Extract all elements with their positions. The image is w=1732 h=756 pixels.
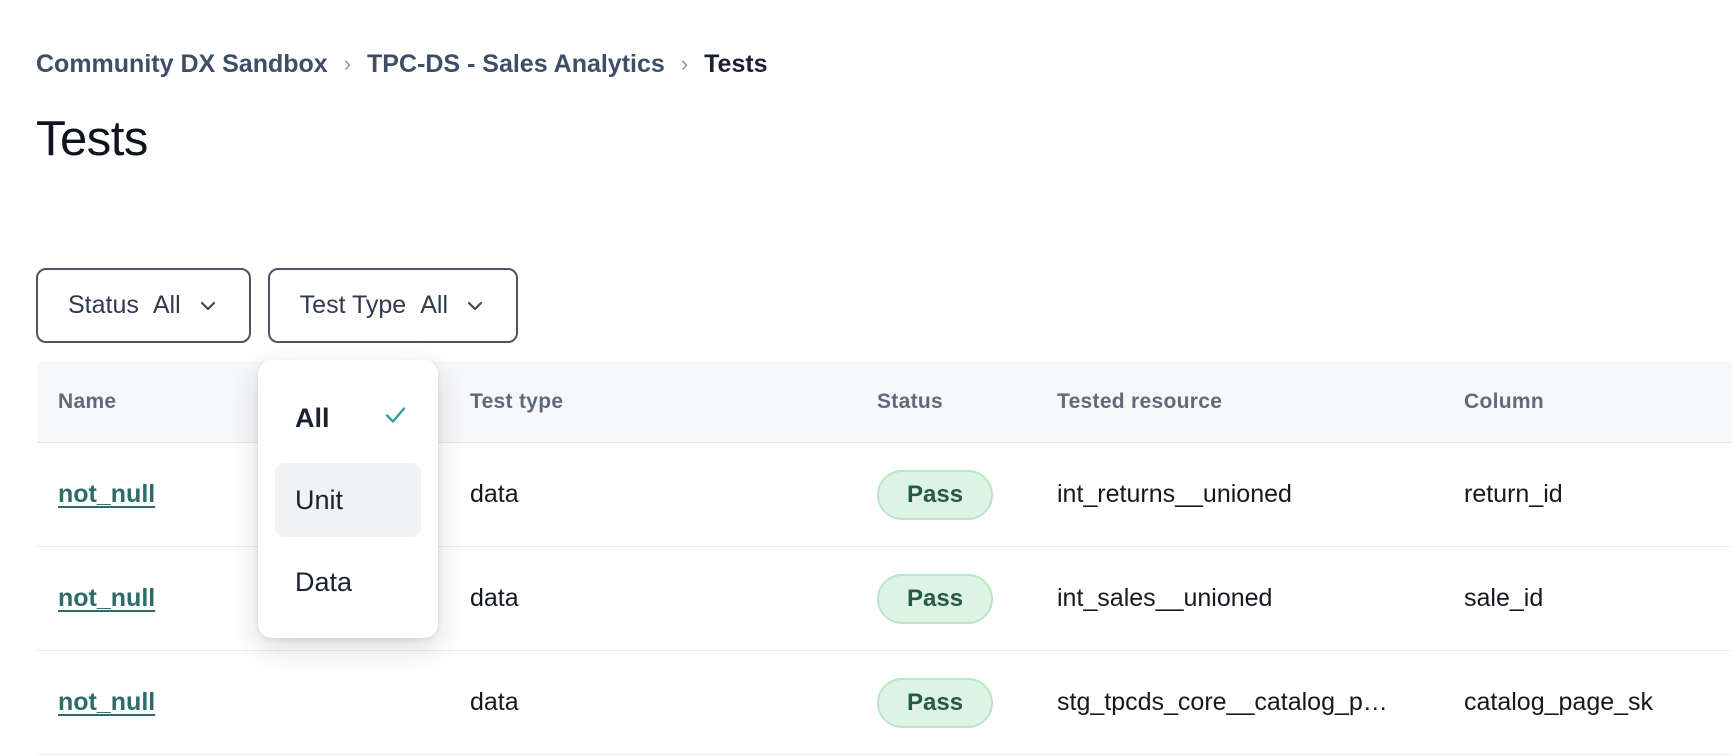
dropdown-option-all[interactable]: All [275,381,421,455]
status-filter-value: All [153,291,181,320]
breadcrumb-item-account[interactable]: Community DX Sandbox [36,50,328,79]
chevron-right-icon: › [681,51,688,77]
table-row: not_null data Pass stg_tpcds_core__catal… [37,651,1732,755]
status-filter-button[interactable]: Status All [36,268,251,343]
column-cell: return_id [1464,480,1732,509]
check-icon [382,401,409,435]
chevron-right-icon: › [344,51,351,77]
dropdown-option-label: Data [295,567,352,598]
test-type-cell: data [470,584,877,613]
test-name-link[interactable]: not_null [58,688,155,716]
chevron-down-icon [197,295,219,317]
filter-bar: Status All Test Type All [36,268,518,343]
column-header-column: Column [1464,390,1732,414]
test-type-dropdown-menu: All Unit Data [258,360,438,638]
status-filter-label: Status [68,291,139,320]
dropdown-option-data[interactable]: Data [275,545,421,619]
dropdown-option-label: Unit [295,485,343,516]
page-title: Tests [36,111,1732,167]
column-header-tested-resource: Tested resource [1057,390,1464,414]
breadcrumb-item-current: Tests [704,50,767,79]
status-badge: Pass [877,678,993,728]
test-type-cell: data [470,688,877,717]
breadcrumb-item-project[interactable]: TPC-DS - Sales Analytics [367,50,665,79]
column-header-test-type: Test type [470,390,877,414]
test-type-filter-value: All [420,291,448,320]
column-header-status: Status [877,390,1057,414]
chevron-down-icon [464,295,486,317]
column-cell: sale_id [1464,584,1732,613]
test-type-filter-button[interactable]: Test Type All [268,268,518,343]
test-name-link[interactable]: not_null [58,584,155,612]
tests-page: Community DX Sandbox › TPC-DS - Sales An… [0,0,1732,756]
breadcrumb: Community DX Sandbox › TPC-DS - Sales An… [0,0,1732,79]
test-type-filter-label: Test Type [300,291,407,320]
tested-resource-cell: stg_tpcds_core__catalog_p… [1057,688,1464,717]
tested-resource-cell: int_sales__unioned [1057,584,1464,613]
status-badge: Pass [877,470,993,520]
tested-resource-cell: int_returns__unioned [1057,480,1464,509]
dropdown-option-label: All [295,403,330,434]
test-name-link[interactable]: not_null [58,480,155,508]
column-cell: catalog_page_sk [1464,688,1732,717]
test-type-cell: data [470,480,877,509]
status-badge: Pass [877,574,993,624]
dropdown-option-unit[interactable]: Unit [275,463,421,537]
